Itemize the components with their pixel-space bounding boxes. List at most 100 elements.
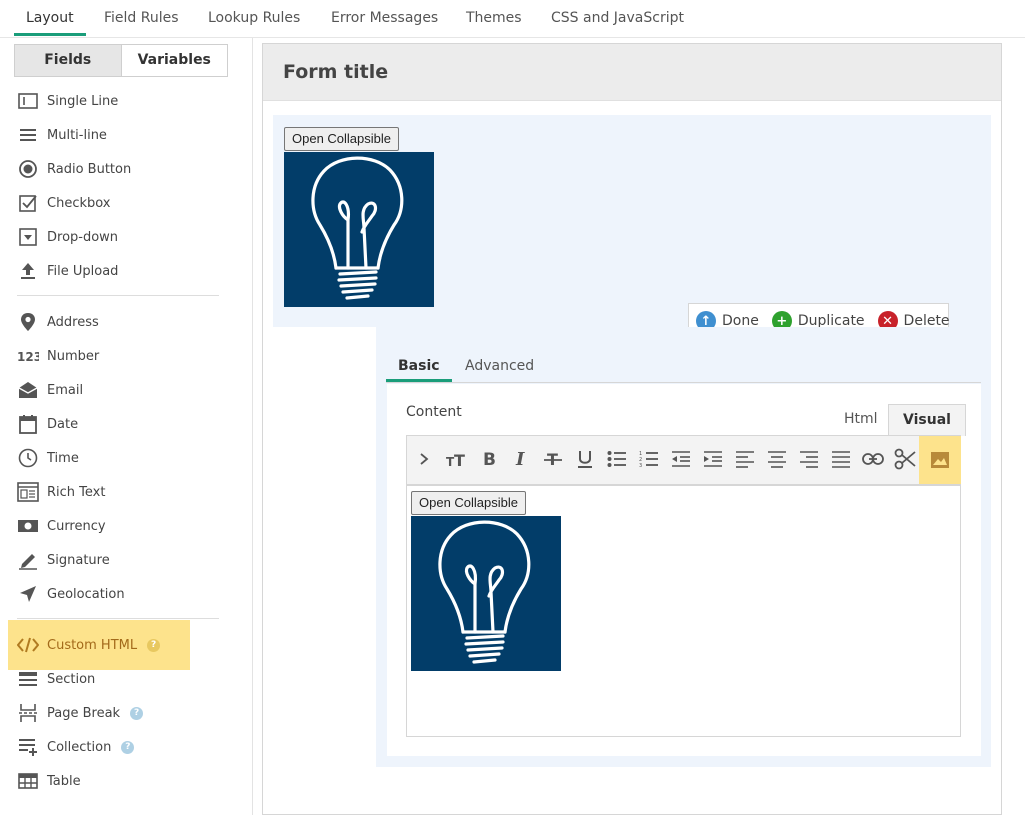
field-radio-button[interactable]: Radio Button: [17, 157, 192, 181]
tab-css-javascript[interactable]: CSS and JavaScript: [551, 0, 684, 36]
form-title[interactable]: Form title: [263, 44, 1001, 101]
dropdown-icon: [17, 226, 39, 248]
content-label: Content: [406, 404, 462, 420]
align-center-icon[interactable]: [762, 444, 792, 474]
field-date[interactable]: Date: [17, 412, 192, 436]
palette-divider: [17, 295, 219, 296]
image-icon[interactable]: [919, 436, 961, 484]
section-icon: [17, 668, 39, 690]
fields-variables-toggle: Fields Variables: [14, 44, 228, 77]
numbered-list-icon[interactable]: 123: [634, 444, 664, 474]
calendar-icon: [17, 413, 39, 435]
open-collapsible-button[interactable]: Open Collapsible: [411, 491, 527, 515]
svg-text:T: T: [547, 450, 558, 468]
field-label: Currency: [47, 518, 106, 534]
currency-icon: [17, 515, 39, 537]
field-checkbox[interactable]: Checkbox: [17, 191, 192, 215]
lightbulb-icon: [438, 520, 531, 664]
tab-html[interactable]: Html: [830, 404, 892, 436]
field-label: Radio Button: [47, 161, 132, 177]
variables-toggle-button[interactable]: Variables: [120, 45, 227, 76]
align-right-icon[interactable]: [794, 444, 824, 474]
italic-icon[interactable]: I: [506, 444, 536, 474]
svg-text:B: B: [483, 450, 496, 468]
field-signature[interactable]: Signature: [17, 548, 192, 572]
svg-text:3: 3: [639, 463, 642, 468]
tab-basic[interactable]: Basic: [386, 352, 452, 382]
field-table[interactable]: Table: [17, 769, 192, 793]
field-email[interactable]: Email: [17, 378, 192, 402]
field-address[interactable]: Address: [17, 310, 192, 334]
pen-icon: [17, 549, 39, 571]
upload-icon: [17, 260, 39, 282]
field-custom-html[interactable]: Custom HTML ?: [8, 620, 190, 670]
field-file-upload[interactable]: File Upload: [17, 259, 192, 283]
outdent-icon[interactable]: [666, 444, 696, 474]
field-currency[interactable]: Currency: [17, 514, 192, 538]
help-icon[interactable]: ?: [130, 706, 144, 720]
location-arrow-icon: [17, 583, 39, 605]
page-break-icon: [17, 702, 39, 724]
fields-toggle-button[interactable]: Fields: [15, 45, 121, 76]
help-icon[interactable]: ?: [121, 740, 135, 754]
field-drop-down[interactable]: Drop-down: [17, 225, 192, 249]
underline-icon[interactable]: [570, 444, 600, 474]
palette-divider: [17, 618, 219, 619]
envelope-icon: [17, 379, 39, 401]
tab-layout[interactable]: Layout: [14, 0, 86, 36]
checkbox-icon: [17, 192, 39, 214]
tab-field-rules[interactable]: Field Rules: [104, 0, 179, 36]
field-label: Checkbox: [47, 195, 111, 211]
tab-error-messages[interactable]: Error Messages: [331, 0, 438, 36]
table-icon: [17, 770, 39, 792]
field-time[interactable]: Time: [17, 446, 192, 470]
help-icon[interactable]: ?: [147, 638, 161, 652]
map-pin-icon: [17, 311, 39, 333]
field-collection[interactable]: Collection ?: [17, 735, 192, 759]
multi-line-icon: [17, 124, 39, 146]
field-label: Custom HTML: [47, 637, 138, 653]
field-label: Rich Text: [47, 484, 106, 500]
field-label: Page Break: [47, 705, 121, 721]
rich-editor-toolbar: TT B I T 123: [406, 435, 961, 485]
bullet-list-icon[interactable]: [602, 444, 632, 474]
field-rich-text[interactable]: Rich Text: [17, 480, 192, 504]
field-label: Number: [47, 348, 100, 364]
more-icon[interactable]: [409, 444, 439, 474]
field-number[interactable]: 123 Number: [17, 344, 192, 368]
align-left-icon[interactable]: [730, 444, 760, 474]
field-label: Signature: [47, 552, 110, 568]
tab-lookup-rules[interactable]: Lookup Rules: [208, 0, 300, 36]
field-label: Time: [47, 450, 79, 466]
field-single-line[interactable]: Single Line: [17, 89, 192, 113]
field-label: Section: [47, 671, 96, 687]
svg-text:I: I: [515, 450, 525, 468]
code-icon: [17, 634, 39, 656]
justify-icon[interactable]: [826, 444, 856, 474]
tab-themes[interactable]: Themes: [466, 0, 522, 36]
clock-icon: [17, 447, 39, 469]
field-page-break[interactable]: Page Break ?: [17, 701, 192, 725]
lightbulb-icon: [311, 156, 404, 300]
svg-text:T: T: [454, 451, 465, 467]
tab-visual[interactable]: Visual: [888, 404, 966, 436]
font-size-icon[interactable]: TT: [442, 444, 472, 474]
field-label: Single Line: [47, 93, 119, 109]
link-icon[interactable]: [858, 444, 888, 474]
strikethrough-icon[interactable]: T: [538, 444, 568, 474]
rich-text-icon: [17, 481, 39, 503]
field-label: Table: [47, 773, 81, 789]
radio-icon: [17, 158, 39, 180]
field-label: Geolocation: [47, 586, 125, 602]
lightbulb-image: [284, 152, 434, 307]
tab-advanced[interactable]: Advanced: [453, 352, 546, 382]
open-collapsible-button[interactable]: Open Collapsible: [284, 127, 400, 151]
field-multi-line[interactable]: Multi-line: [17, 123, 192, 147]
indent-icon[interactable]: [698, 444, 728, 474]
svg-text:123: 123: [17, 350, 39, 363]
field-label: Drop-down: [47, 229, 119, 245]
cut-icon[interactable]: [890, 444, 920, 474]
bold-icon[interactable]: B: [474, 444, 504, 474]
field-geolocation[interactable]: Geolocation: [17, 582, 192, 606]
field-section[interactable]: Section: [17, 667, 192, 691]
